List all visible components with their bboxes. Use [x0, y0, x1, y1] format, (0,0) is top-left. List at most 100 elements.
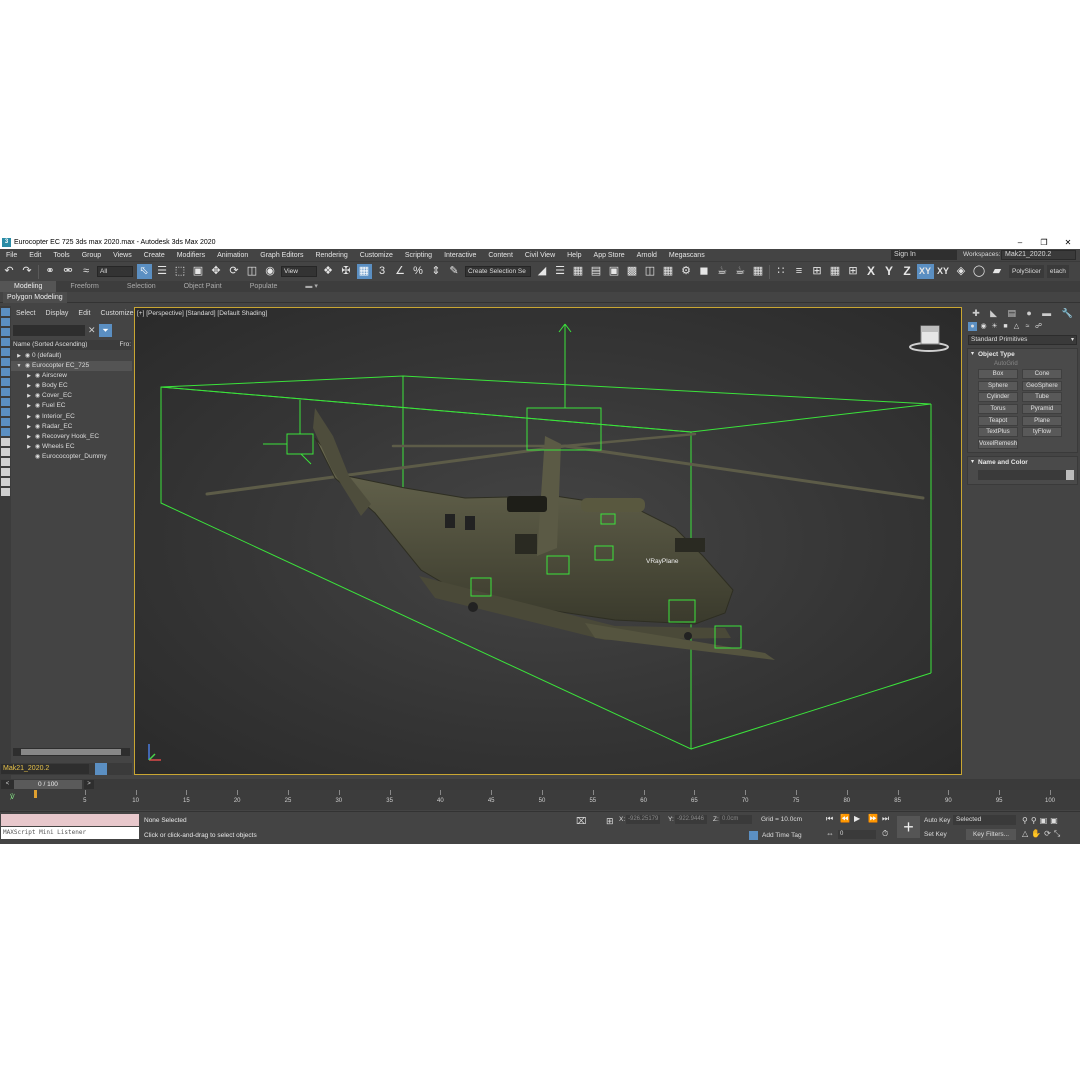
modify-tab-icon[interactable]: ◣ [990, 308, 997, 319]
lock-icon[interactable]: ◈ [954, 264, 969, 279]
create-tab-icon[interactable]: ✚ [972, 308, 980, 319]
undo-icon[interactable]: ↶ [2, 264, 17, 279]
display-cameras-icon[interactable] [1, 348, 10, 356]
visibility-eye-icon[interactable]: ◉ [33, 371, 42, 381]
display-groups-icon[interactable] [1, 378, 10, 386]
current-frame-marker[interactable] [34, 790, 37, 798]
select-all-icon[interactable] [1, 308, 10, 316]
name-color-header[interactable]: Name and Color [968, 457, 1077, 468]
display-lights-icon[interactable] [1, 338, 10, 346]
render-setup-icon[interactable]: ⚙ [679, 264, 694, 279]
menu-app-store[interactable]: App Store [588, 252, 631, 259]
menu-group[interactable]: Group [76, 252, 107, 259]
toggle-scene-explorer-icon[interactable]: ▦ [571, 264, 586, 279]
next-frame-button[interactable]: > [84, 780, 94, 789]
edit-named-selection-icon[interactable]: ✎ [447, 264, 462, 279]
viewport-label[interactable]: [+] [Perspective] [Standard] [Default Sh… [137, 310, 267, 317]
visibility-eye-icon[interactable]: ◉ [33, 422, 42, 432]
previous-frame-button[interactable]: < [1, 780, 14, 789]
visibility-eye-icon[interactable]: ◉ [23, 361, 32, 371]
visibility-eye-icon[interactable]: ◉ [33, 401, 42, 411]
clear-search-icon[interactable]: ✕ [88, 325, 96, 336]
menu-megascans[interactable]: Megascans [663, 252, 711, 259]
explorer-menu-select[interactable]: Select [11, 310, 40, 317]
minimize-icon[interactable]: – [1008, 236, 1032, 249]
list-item[interactable]: ▶ ◉ Cover_EC [11, 391, 132, 401]
unlink-icon[interactable]: ⚮ [61, 264, 76, 279]
bind-spacewarp-icon[interactable]: ≈ [79, 264, 94, 279]
tab-freeform[interactable]: Freeform [56, 281, 112, 292]
orbit-icon[interactable]: ⟳ [1044, 829, 1054, 838]
shapes-icon[interactable]: ◉ [979, 322, 988, 331]
axis-xy-button[interactable]: XY [916, 264, 934, 279]
time-slider-thumb[interactable]: 0 / 100 [14, 780, 82, 789]
field-of-view-icon[interactable]: △ [1022, 829, 1031, 838]
explorer-column-header[interactable]: Name (Sorted Ascending) Fro: [11, 340, 132, 350]
snap-to-icon[interactable]: ⊞ [810, 264, 825, 279]
menu-content[interactable]: Content [482, 252, 519, 259]
pan-icon[interactable]: ✋ [1031, 829, 1044, 838]
axis-x-button[interactable]: X [863, 264, 880, 279]
view-cube[interactable] [909, 325, 949, 352]
next-key-icon[interactable]: ⏩ [868, 814, 878, 823]
grid-icon[interactable]: ∷ [774, 264, 789, 279]
align-icon[interactable]: ☰ [553, 264, 568, 279]
primitive-button-plane[interactable]: Plane [1022, 415, 1062, 426]
axis-y-button[interactable]: Y [881, 264, 898, 279]
visibility-eye-icon[interactable]: ◉ [33, 432, 42, 442]
align-distribute-icon[interactable]: ≡ [792, 264, 807, 279]
display-shapes-icon[interactable] [1, 328, 10, 336]
key-mode-icon[interactable]: ℣ [10, 793, 15, 801]
polyslicer-button[interactable]: PolySlicer [1009, 265, 1044, 278]
angle-snap-icon[interactable]: ∠ [393, 264, 408, 279]
hierarchy-icon[interactable] [1, 468, 10, 476]
list-item[interactable]: ▶ ◉ Fuel EC [11, 401, 132, 411]
zoom-icon[interactable]: ⚲ [1022, 816, 1031, 825]
snaps-3d-icon[interactable]: 3 [375, 264, 390, 279]
select-object-icon[interactable]: ⬁ [136, 264, 152, 279]
curve-editor-icon[interactable]: ▩ [625, 264, 640, 279]
menu-civil-view[interactable]: Civil View [519, 252, 561, 259]
lights-icon[interactable]: ☀ [990, 322, 999, 331]
snap-icon[interactable]: ◯ [972, 264, 987, 279]
list-item[interactable]: ▶ ◉ Wheels EC [11, 442, 132, 452]
list-item[interactable]: ▶ ◉ Recovery Hook_EC [11, 432, 132, 442]
primitive-button-tube[interactable]: Tube [1022, 392, 1062, 403]
maxscript-listener-input[interactable]: MAXScript Mini Listener [1, 827, 139, 839]
filter-icon[interactable] [1, 478, 10, 486]
frozen-column-header[interactable]: Fro: [119, 340, 131, 350]
invert-display-icon[interactable] [1, 458, 10, 466]
selection-set-dropdown[interactable]: Create Selection Se [465, 266, 531, 277]
menu-scripting[interactable]: Scripting [399, 252, 438, 259]
name-column-header[interactable]: Name (Sorted Ascending) [13, 341, 87, 348]
menu-customize[interactable]: Customize [354, 252, 399, 259]
maximize-viewport-icon[interactable]: ⤡ [1054, 829, 1063, 838]
link-icon[interactable]: ⚭ [43, 264, 58, 279]
sign-in-button[interactable]: Sign In [891, 250, 957, 260]
menu-arnold[interactable]: Arnold [631, 252, 663, 259]
menu-create[interactable]: Create [138, 252, 171, 259]
menu-help[interactable]: Help [561, 252, 587, 259]
tab-object-paint[interactable]: Object Paint [170, 281, 236, 292]
menu-tools[interactable]: Tools [47, 252, 75, 259]
explorer-search-input[interactable] [13, 325, 85, 336]
axis-constraint-icon[interactable]: ⊞ [846, 264, 861, 279]
menu-rendering[interactable]: Rendering [309, 252, 353, 259]
explorer-scrollbar[interactable] [13, 748, 130, 756]
track-bar[interactable]: ℣ 5 10 15 20 25 30 35 40 45 50 55 60 65 70 75 80 85 90 95 1… [0, 790, 1080, 810]
place-icon[interactable]: ◉ [263, 264, 278, 279]
selection-filter-dropdown[interactable]: All [97, 266, 133, 277]
add-time-tag-button[interactable]: Add Time Tag [762, 832, 802, 839]
menu-file[interactable]: File [0, 252, 23, 259]
toggle-ribbon-icon[interactable]: ▣ [607, 264, 622, 279]
spinner-snap-icon[interactable]: ⇕ [429, 264, 444, 279]
polygon-modeling-panel[interactable]: Polygon Modeling [3, 292, 67, 303]
helpers-icon[interactable]: △ [1012, 322, 1021, 331]
display-frozen-icon[interactable] [1, 418, 10, 426]
object-name-input[interactable] [978, 470, 1074, 481]
tab-modeling[interactable]: Modeling [0, 281, 57, 292]
systems-icon[interactable]: ☍ [1034, 322, 1043, 331]
render-iterative-icon[interactable]: ☕ [733, 264, 748, 279]
display-geometry-icon[interactable] [1, 318, 10, 326]
ribbon-options-icon[interactable]: ▬ ▾ [291, 281, 331, 292]
